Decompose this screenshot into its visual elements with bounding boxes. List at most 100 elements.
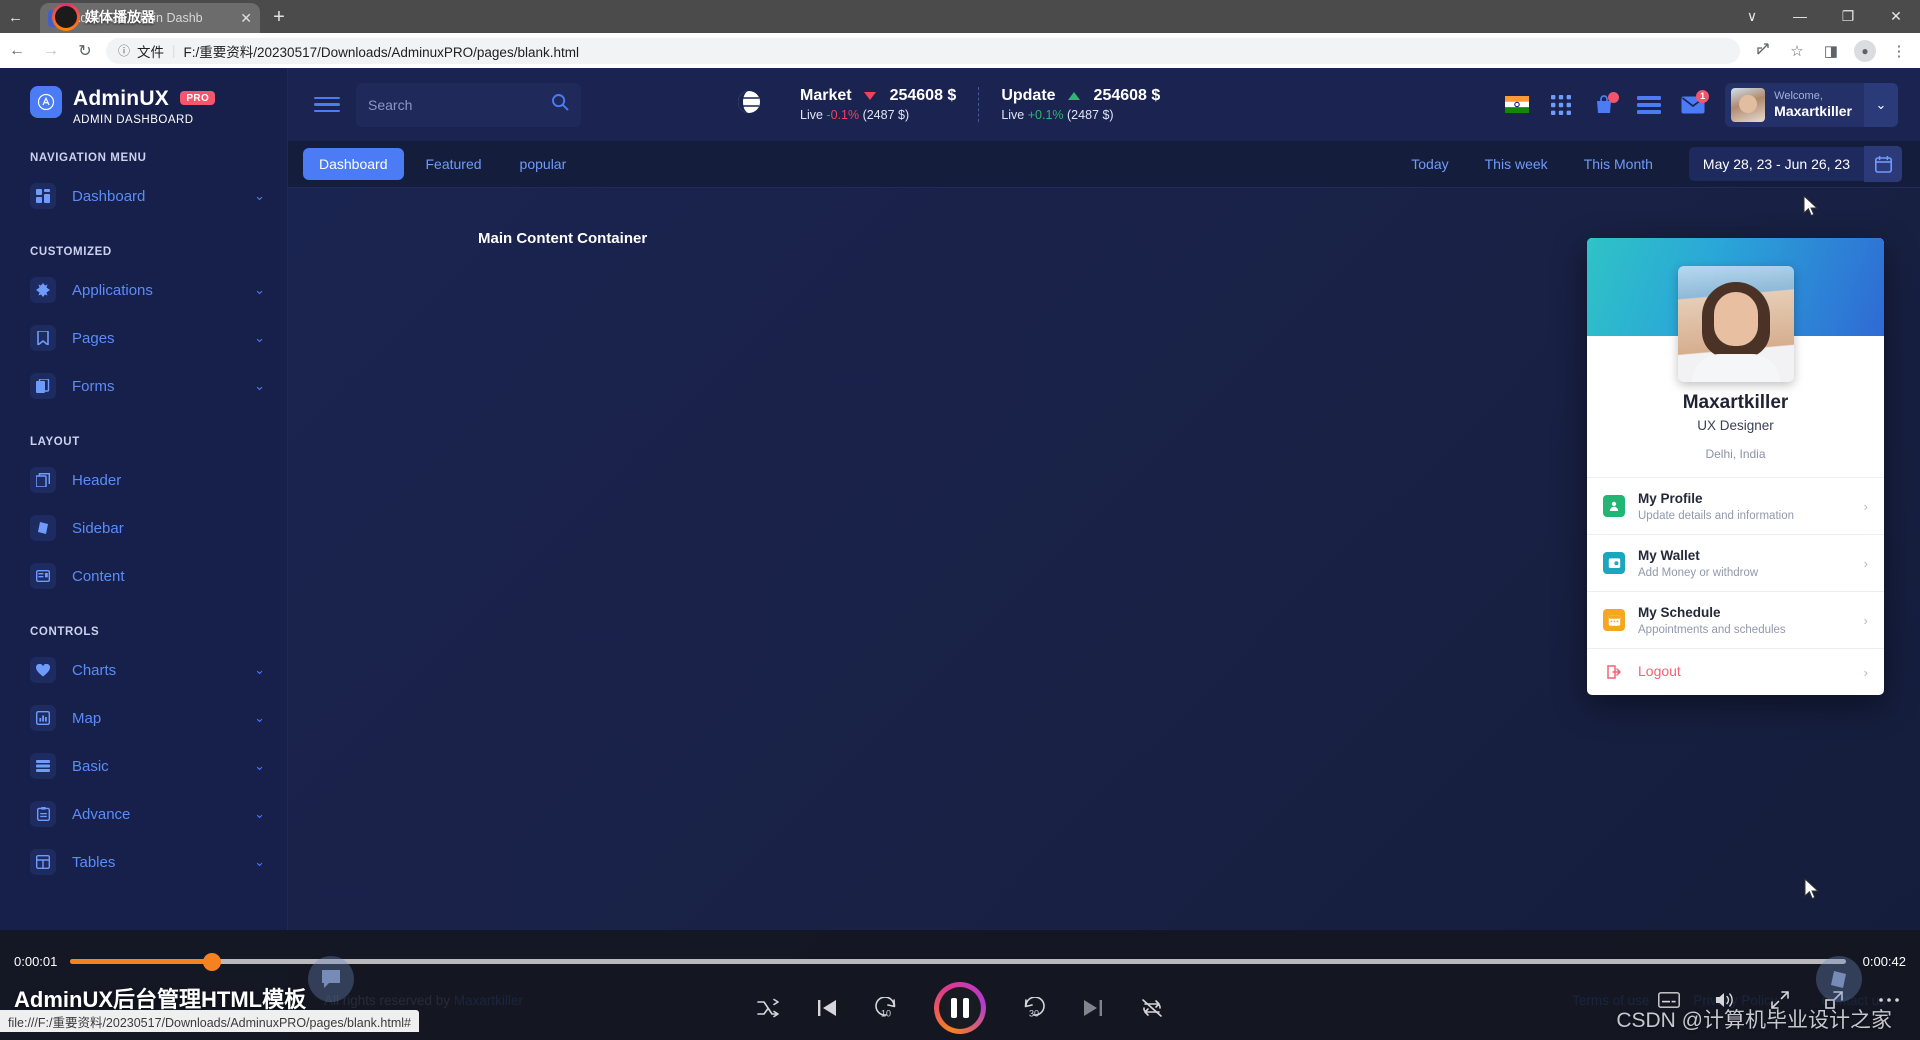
filter-this-month[interactable]: This Month [1584, 156, 1653, 172]
list-icon[interactable] [1627, 83, 1671, 127]
browser-profile-avatar[interactable]: ● [1854, 39, 1876, 62]
menu-item-my-schedule[interactable]: My Schedule Appointments and schedules › [1587, 591, 1884, 648]
app-sidebar: AdminUX PRO ADMIN DASHBOARD NAVIGATION M… [0, 68, 288, 1040]
browser-status-bar: file:///F:/重要资料/20230517/Downloads/Admin… [0, 1010, 419, 1032]
chevron-down-icon[interactable]: ⌄ [254, 188, 265, 204]
window-minimize-button[interactable]: — [1776, 0, 1824, 33]
media-player-play-icon[interactable] [52, 3, 80, 31]
ticker-market[interactable]: Market 254608 $ Live -0.1% (2487 $) [778, 87, 978, 122]
sidebar-item-label: Forms [72, 377, 115, 395]
calendar-icon[interactable] [1864, 146, 1902, 182]
sidebar-item-label: Dashboard [72, 187, 146, 205]
nav-group-title-customized: CUSTOMIZED [30, 246, 112, 258]
side-panel-icon[interactable]: ◨ [1814, 42, 1848, 60]
sidebar-item-header[interactable]: Header [0, 456, 287, 504]
tab-dashboard[interactable]: Dashboard [303, 148, 404, 180]
chevron-down-icon[interactable]: ⌄ [1864, 82, 1898, 127]
mail-icon[interactable]: 1 [1671, 83, 1715, 127]
sidebar-item-pages[interactable]: Pages ⌄ [0, 314, 287, 362]
chevron-down-icon[interactable]: ⌄ [254, 378, 265, 394]
back-button-icon[interactable]: ← [0, 42, 34, 60]
brand-logo-icon [30, 86, 62, 118]
sidebar-item-sidebar[interactable]: Sidebar [0, 504, 287, 552]
sidebar-item-map[interactable]: Map ⌄ [0, 694, 287, 742]
user-chip[interactable]: Welcome, Maxartkiller ⌄ [1725, 82, 1898, 127]
url-text: F:/重要资料/20230517/Downloads/AdminuxPRO/pa… [183, 44, 579, 60]
sidebar-item-tables[interactable]: Tables ⌄ [0, 838, 287, 886]
shuffle-icon[interactable] [756, 998, 780, 1018]
chevron-down-icon[interactable]: ⌄ [254, 758, 265, 774]
player-current-time: 0:00:01 [14, 954, 58, 969]
ticker-live-label: Live [1001, 108, 1025, 122]
menu-item-my-wallet[interactable]: My Wallet Add Money or withdrow › [1587, 534, 1884, 591]
bookmark-star-icon[interactable]: ☆ [1780, 42, 1814, 60]
profile-avatar [1677, 266, 1794, 382]
sidebar-item-label: Advance [72, 805, 131, 823]
header-icon [30, 467, 56, 493]
share-icon[interactable] [1746, 41, 1780, 61]
browser-menu-icon[interactable]: ⋮ [1882, 42, 1916, 60]
player-progress-knob[interactable] [203, 953, 222, 971]
chevron-right-icon: › [1863, 664, 1868, 680]
chevron-down-icon[interactable]: ⌄ [254, 282, 265, 298]
sidebar-item-applications[interactable]: Applications ⌄ [0, 266, 287, 314]
applications-icon [30, 277, 56, 303]
brand[interactable]: AdminUX PRO ADMIN DASHBOARD [0, 68, 287, 126]
forward-30-icon[interactable]: 30 [1022, 997, 1046, 1019]
previous-icon[interactable] [816, 998, 838, 1018]
filter-today[interactable]: Today [1411, 156, 1448, 172]
new-tab-button[interactable]: + [266, 6, 292, 30]
window-chevron-icon[interactable]: ∨ [1728, 0, 1776, 33]
menu-item-subtitle: Update details and information [1638, 510, 1794, 522]
apps-grid-icon[interactable] [1539, 83, 1583, 127]
menu-item-title: My Wallet [1638, 548, 1700, 563]
menu-item-logout[interactable]: Logout › [1587, 648, 1884, 695]
hamburger-icon[interactable] [314, 96, 342, 113]
date-range-value[interactable]: May 28, 23 - Jun 26, 23 [1688, 147, 1864, 181]
tab-featured[interactable]: Featured [410, 148, 498, 180]
search-icon[interactable] [551, 93, 569, 116]
chevron-down-icon[interactable]: ⌄ [254, 854, 265, 870]
market-tickers: Market 254608 $ Live -0.1% (2487 $) Upda… [736, 87, 1182, 122]
nav-group-title-layout: LAYOUT [30, 436, 80, 448]
forward-button-icon[interactable]: → [34, 42, 68, 60]
chevron-down-icon[interactable]: ⌄ [254, 662, 265, 678]
tab-close-icon[interactable]: ✕ [240, 10, 252, 27]
chevron-down-icon[interactable]: ⌄ [254, 330, 265, 346]
chevron-down-icon[interactable]: ⌄ [254, 806, 265, 822]
ticker-update[interactable]: Update 254608 $ Live +0.1% (2487 $) [978, 87, 1182, 122]
chevron-down-icon[interactable]: ⌄ [254, 710, 265, 726]
pause-button[interactable] [934, 982, 986, 1034]
window-maximize-button[interactable]: ❐ [1824, 0, 1872, 33]
sidebar-item-dashboard[interactable]: Dashboard ⌄ [0, 172, 287, 220]
svg-text:30: 30 [1029, 1009, 1039, 1019]
sidebar-item-content[interactable]: Content [0, 552, 287, 600]
brand-subtitle: ADMIN DASHBOARD [73, 114, 194, 126]
sidebar-item-label: Header [72, 471, 122, 489]
site-info-icon[interactable]: ⓘ [118, 42, 130, 59]
reload-button-icon[interactable]: ↻ [68, 41, 102, 61]
tab-popular[interactable]: popular [504, 148, 583, 180]
profile-icon [1603, 495, 1625, 517]
ticker-change-amount: (2487 $) [862, 108, 910, 122]
sidebar-item-charts[interactable]: Charts ⌄ [0, 646, 287, 694]
shopping-bag-icon[interactable] [1583, 83, 1627, 127]
rewind-10-icon[interactable]: 10 [874, 997, 898, 1019]
next-icon[interactable] [1082, 998, 1104, 1018]
repeat-off-icon[interactable] [1140, 997, 1164, 1019]
search-box[interactable] [356, 82, 581, 127]
sidebar-item-label: Tables [72, 853, 116, 871]
user-name: Maxartkiller [1774, 102, 1852, 119]
sidebar-item-advance[interactable]: Advance ⌄ [0, 790, 287, 838]
chevron-right-icon: › [1863, 612, 1868, 628]
sidebar-item-forms[interactable]: Forms ⌄ [0, 362, 287, 410]
search-input[interactable] [368, 96, 551, 113]
menu-item-my-profile[interactable]: My Profile Update details and informatio… [1587, 477, 1884, 534]
player-progress[interactable]: 0:00:01 0:00:42 [0, 952, 1920, 971]
more-icon[interactable] [1878, 996, 1900, 1004]
window-close-button[interactable]: ✕ [1872, 0, 1920, 33]
address-bar[interactable]: ⓘ 文件 | F:/重要资料/20230517/Downloads/Adminu… [106, 37, 1740, 64]
filter-this-week[interactable]: This week [1485, 156, 1548, 172]
flag-india-icon[interactable] [1495, 83, 1539, 127]
sidebar-item-basic[interactable]: Basic ⌄ [0, 742, 287, 790]
